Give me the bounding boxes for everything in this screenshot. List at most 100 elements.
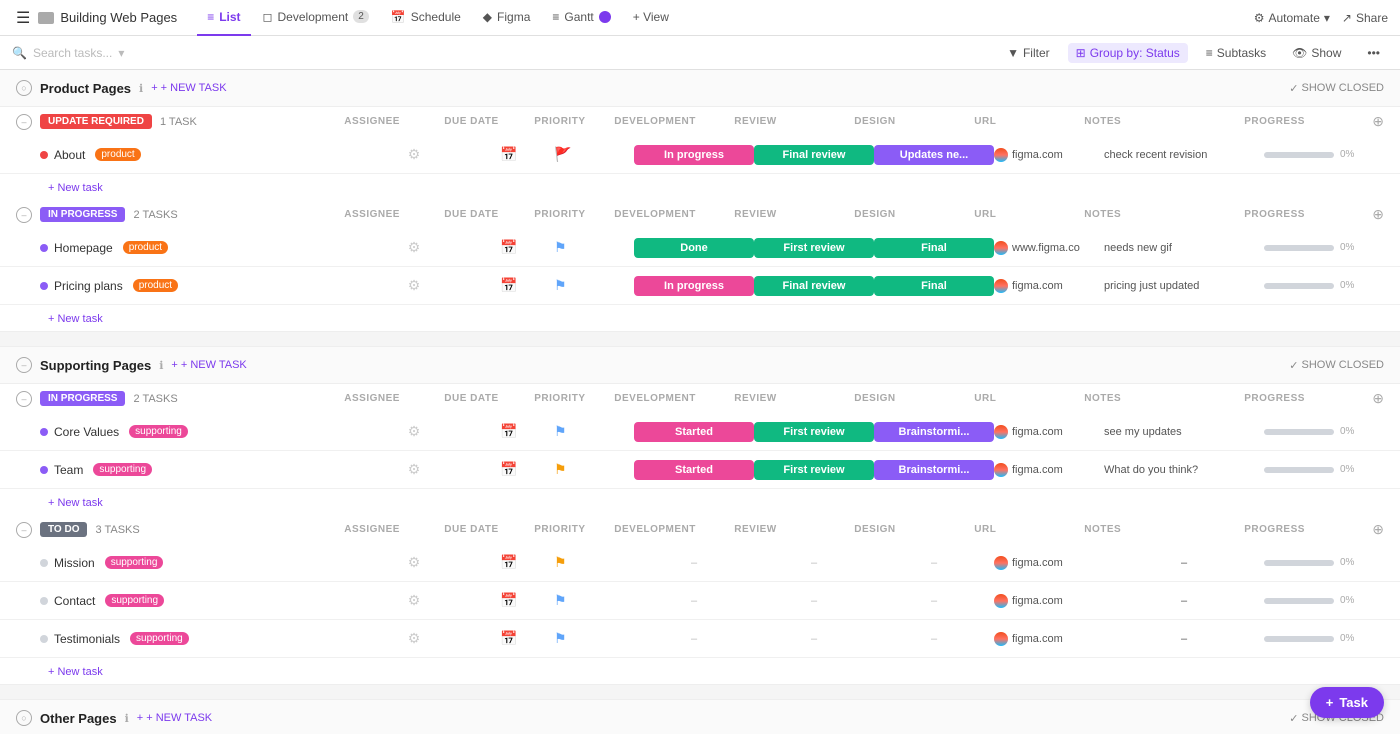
design-cell[interactable]: Brainstormi... [874,422,994,442]
assignee-cell[interactable]: ⚙ [364,239,464,256]
url-cell[interactable]: www.figma.co [994,241,1104,255]
tab-schedule[interactable]: 📅 Schedule [381,0,471,36]
search-box[interactable]: 🔍 Search tasks... ▾ [12,46,124,60]
due-date-cell[interactable]: 📅 [464,461,554,478]
in-progress-product-header: – IN PROGRESS 2 TASKS ASSIGNEE DUE DATE … [0,200,1400,229]
add-status-icon-3[interactable]: ⊕ [1372,390,1384,407]
tab-add-view[interactable]: + View [623,0,679,36]
info-icon-supporting[interactable]: ℹ [159,359,163,372]
tab-list[interactable]: ≡ List [197,0,250,36]
status-badge-in-progress-supporting: IN PROGRESS [40,391,125,406]
collapse-product-pages[interactable]: ○ [16,80,32,96]
filter-button[interactable]: ▼ Filter [999,43,1058,63]
add-status-icon-2[interactable]: ⊕ [1372,206,1384,223]
new-task-supporting-pages[interactable]: + + NEW TASK [171,359,246,371]
assignee-cell[interactable]: ⚙ [364,592,464,609]
design-cell[interactable]: Final [874,238,994,258]
priority-cell[interactable]: ⚑ [554,592,634,609]
collapse-other-pages[interactable]: ○ [16,710,32,726]
check-icon-2: ✓ [1289,359,1298,372]
url-cell[interactable]: figma.com [994,148,1104,162]
priority-cell[interactable]: ⚑ [554,423,634,440]
url-cell[interactable]: figma.com [994,463,1104,477]
review-cell[interactable]: First review [754,238,874,258]
show-button[interactable]: 👁 Show [1284,43,1349,63]
collapse-in-progress-supporting[interactable]: – [16,391,32,407]
review-cell[interactable]: Final review [754,145,874,165]
due-date-cell[interactable]: 📅 [464,592,554,609]
new-task-product-pages[interactable]: + + NEW TASK [151,82,226,94]
priority-cell[interactable]: ⚑ [554,630,634,647]
collapse-update-required[interactable]: – [16,114,32,130]
add-status-icon-4[interactable]: ⊕ [1372,521,1384,538]
development-cell[interactable]: In progress [634,145,754,165]
share-button[interactable]: ↗ Share [1342,11,1388,25]
add-task-button-4[interactable]: + New task [48,666,103,678]
due-date-cell[interactable]: 📅 [464,277,554,294]
tab-figma[interactable]: ◆ Figma [473,0,541,36]
progress-cell: 0% [1264,280,1384,291]
more-options-button[interactable]: ••• [1359,43,1388,63]
due-date-cell[interactable]: 📅 [464,554,554,571]
add-task-button-3[interactable]: + New task [48,497,103,509]
url-cell[interactable]: figma.com [994,556,1104,570]
collapse-todo[interactable]: – [16,522,32,538]
group-by-button[interactable]: ⊞ Group by: Status [1068,43,1188,63]
share-icon: ↗ [1342,11,1352,25]
due-date-cell[interactable]: 📅 [464,146,554,163]
url-cell[interactable]: figma.com [994,594,1104,608]
show-closed-product[interactable]: ✓ SHOW CLOSED [1289,82,1384,95]
info-icon-product[interactable]: ℹ [139,82,143,95]
task-dot [40,282,48,290]
tab-development[interactable]: ◻ Development 2 [253,0,379,36]
review-cell[interactable]: First review [754,460,874,480]
design-cell[interactable]: Updates ne... [874,145,994,165]
priority-cell[interactable]: ⚑ [554,239,634,256]
url-cell[interactable]: figma.com [994,425,1104,439]
collapse-supporting-pages[interactable]: – [16,357,32,373]
todo-count: 3 TASKS [95,524,139,536]
tab-gantt[interactable]: ≡ Gantt [542,0,620,36]
assignee-cell[interactable]: ⚙ [364,277,464,294]
due-date-cell[interactable]: 📅 [464,239,554,256]
due-date-cell[interactable]: 📅 [464,630,554,647]
automate-icon: ⚙ [1254,11,1265,25]
figma-icon [994,425,1008,439]
subtasks-button[interactable]: ≡ Subtasks [1198,43,1274,63]
check-icon: ✓ [1289,82,1298,95]
review-cell[interactable]: Final review [754,276,874,296]
info-icon-other[interactable]: ℹ [125,712,129,725]
table-row: Team supporting ⚙ 📅 ⚑ Started First revi… [0,451,1400,489]
nav-right-actions: ⚙ Automate ▾ ↗ Share [1254,11,1388,25]
priority-cell[interactable]: ⚑ [554,277,634,294]
assignee-cell[interactable]: ⚙ [364,146,464,163]
add-task-button-2[interactable]: + New task [48,313,103,325]
url-cell[interactable]: figma.com [994,632,1104,646]
priority-cell[interactable]: 🚩 [554,146,634,163]
section-other-pages: ○ Other Pages ℹ + + NEW TASK ✓ SHOW CLOS… [0,700,1400,734]
due-date-cell[interactable]: 📅 [464,423,554,440]
add-task-button[interactable]: + New task [48,182,103,194]
development-cell[interactable]: Started [634,422,754,442]
assignee-cell[interactable]: ⚙ [364,630,464,647]
development-cell[interactable]: Started [634,460,754,480]
create-task-fab[interactable]: + Task [1310,687,1384,718]
design-cell[interactable]: Final [874,276,994,296]
new-task-other-pages[interactable]: + + NEW TASK [137,712,212,724]
add-status-icon[interactable]: ⊕ [1372,113,1384,130]
priority-cell[interactable]: ⚑ [554,554,634,571]
plus-icon-3: + [137,712,143,724]
review-cell[interactable]: First review [754,422,874,442]
assignee-cell[interactable]: ⚙ [364,554,464,571]
show-closed-supporting[interactable]: ✓ SHOW CLOSED [1289,359,1384,372]
url-cell[interactable]: figma.com [994,279,1104,293]
priority-cell[interactable]: ⚑ [554,461,634,478]
automate-button[interactable]: ⚙ Automate ▾ [1254,11,1330,25]
collapse-in-progress-product[interactable]: – [16,207,32,223]
assignee-cell[interactable]: ⚙ [364,461,464,478]
development-cell[interactable]: In progress [634,276,754,296]
hamburger-menu[interactable]: ☰ [12,4,34,32]
design-cell[interactable]: Brainstormi... [874,460,994,480]
assignee-cell[interactable]: ⚙ [364,423,464,440]
development-cell[interactable]: Done [634,238,754,258]
